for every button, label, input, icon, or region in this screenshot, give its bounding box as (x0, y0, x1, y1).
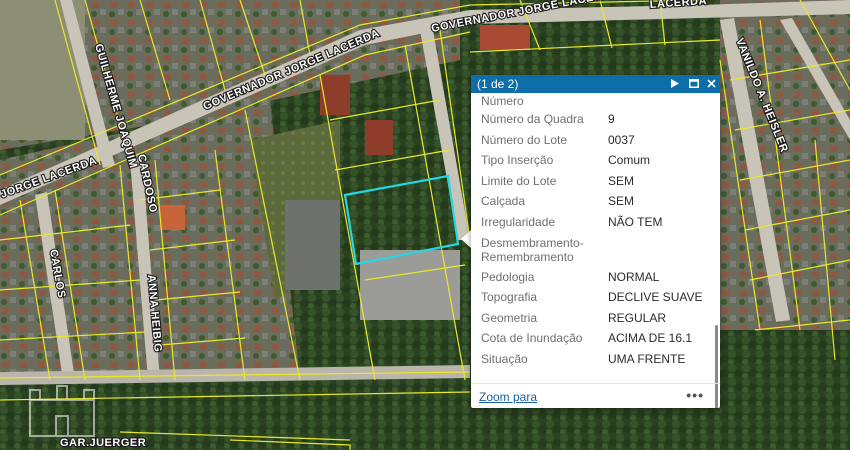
roof-red-1 (365, 120, 393, 155)
popup-footer: Zoom para ••• (471, 383, 720, 408)
play-icon (671, 79, 679, 88)
roof-red-3 (160, 205, 185, 230)
roof-red-2 (320, 75, 350, 115)
popup-pointer (461, 230, 471, 248)
roof-red-4 (480, 25, 530, 50)
attribute-value: 0037 (608, 133, 635, 147)
attribute-key: Tipo Inserção (481, 153, 554, 167)
satellite-map[interactable]: GOVERNADOR JORGE LACERDA GOVERNADOR JORG… (0, 0, 850, 450)
attribute-value: SEM (608, 174, 635, 188)
close-icon (706, 79, 716, 88)
attribute-key: Número (481, 94, 524, 108)
attribute-key: Limite do Lote (481, 174, 557, 188)
building-gray (285, 200, 340, 290)
attribute-value: DECLIVE SUAVE (608, 290, 703, 304)
popup-pager: (1 de 2) (477, 77, 519, 91)
more-actions-button[interactable]: ••• (686, 387, 704, 403)
attribute-key: Topografia (481, 290, 538, 304)
attribute-key: Número do Lote (481, 133, 568, 147)
attribute-key: Irregularidade (481, 215, 556, 229)
next-feature-button[interactable] (668, 76, 682, 92)
popup-attribute-list: Número Número da Quadra 9 Número do Lote… (471, 93, 720, 373)
attribute-value: NÃO TEM (608, 215, 663, 229)
attribute-value: NORMAL (608, 270, 660, 284)
feature-popup: (1 de 2) Número Número da Quadra 9 Númer… (471, 75, 720, 408)
attribute-key: Pedologia (481, 270, 535, 284)
attribute-key: Calçada (481, 194, 526, 208)
close-button[interactable] (704, 76, 718, 92)
attribute-key: Cota de Inundação (481, 331, 583, 345)
popup-header: (1 de 2) (471, 75, 720, 93)
attribute-value: 9 (608, 112, 615, 126)
attribute-value: UMA FRENTE (608, 352, 686, 366)
maximize-button[interactable] (687, 76, 701, 92)
attribute-value: REGULAR (608, 311, 667, 325)
attribute-key: Número da Quadra (481, 112, 584, 126)
zoom-to-link[interactable]: Zoom para (479, 390, 537, 404)
attribute-key: Situação (481, 352, 528, 366)
watermark-logo-icon (29, 385, 95, 437)
attribute-value: Comum (608, 153, 651, 167)
maximize-icon (689, 79, 699, 88)
attribute-key: Geometria (481, 311, 538, 325)
attribute-key: Desmembramento-Remembramento (481, 236, 584, 264)
attribute-value: ACIMA DE 16.1 (608, 331, 693, 345)
attribute-value: SEM (608, 194, 635, 208)
